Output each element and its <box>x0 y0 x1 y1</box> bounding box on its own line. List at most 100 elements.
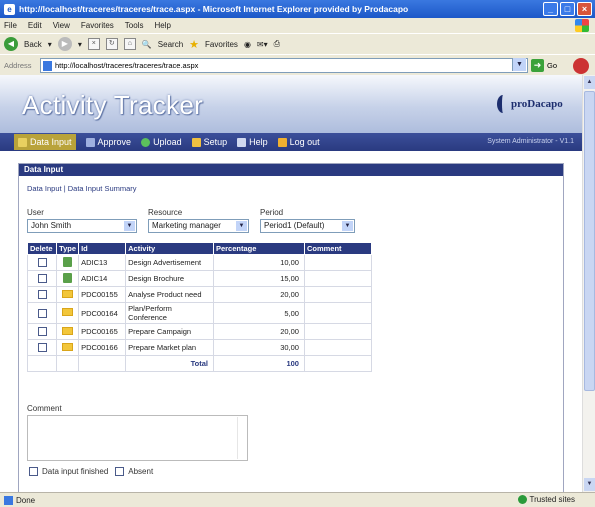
address-label: Address <box>4 60 32 70</box>
setup-icon <box>191 137 201 147</box>
row-percentage[interactable]: 20,00 <box>212 323 305 340</box>
row-id: PDC00164 <box>78 302 127 324</box>
row-percentage[interactable]: 15,00 <box>212 270 305 287</box>
book-icon <box>63 256 73 267</box>
back-arrow-icon[interactable]: ◀ <box>4 37 18 51</box>
col-percentage: Percentage <box>212 242 305 255</box>
window-title: http://localhost/traceres/traceres/trace… <box>19 4 409 14</box>
go-label: Go <box>547 61 558 70</box>
table-row: PDC00166 Prepare Market plan 30,00 <box>26 339 373 356</box>
menu-favorites[interactable]: Favorites <box>81 21 114 30</box>
approve-icon <box>85 137 95 147</box>
row-comment[interactable] <box>303 254 373 271</box>
delete-checkbox[interactable] <box>37 274 47 284</box>
back-dropdown-icon[interactable]: ▾ <box>48 40 52 49</box>
period-select[interactable]: Period1 (Default) ▼ <box>260 219 355 233</box>
panel-title: Data Input <box>19 164 563 176</box>
nav-help-label: Help <box>249 137 268 147</box>
menu-help[interactable]: Help <box>154 21 170 30</box>
row-activity: Design Brochure <box>125 270 214 287</box>
back-button-label[interactable]: Back <box>24 40 42 49</box>
address-input[interactable]: http://localhost/traceres/traceres/trace… <box>40 58 528 73</box>
menu-bar: File Edit View Favorites Tools Help <box>0 18 595 33</box>
scroll-down-icon[interactable]: ▼ <box>584 478 595 491</box>
row-comment[interactable] <box>303 323 373 340</box>
row-activity: Design Advertisement <box>125 254 214 271</box>
delete-checkbox[interactable] <box>37 327 47 337</box>
nav-log-out[interactable]: Log out <box>277 137 320 147</box>
delete-checkbox[interactable] <box>37 290 47 300</box>
nav-approve[interactable]: Approve <box>85 137 131 147</box>
stop-icon[interactable]: × <box>87 38 100 50</box>
link-data-input[interactable]: Data Input <box>27 184 62 193</box>
menu-view[interactable]: View <box>53 21 70 30</box>
forward-arrow-icon[interactable]: ▶ <box>57 37 72 51</box>
pencil-icon <box>18 137 27 147</box>
absent-checkbox[interactable] <box>115 467 125 476</box>
delete-checkbox[interactable] <box>37 343 47 353</box>
home-icon[interactable]: ⌂ <box>123 38 136 50</box>
media-icon[interactable]: ◉ <box>244 40 251 49</box>
comment-textarea[interactable] <box>27 415 248 461</box>
link-data-input-summary[interactable]: Data Input Summary <box>68 184 137 193</box>
row-percentage[interactable]: 30,00 <box>212 339 305 356</box>
menu-edit[interactable]: Edit <box>28 21 42 30</box>
row-percentage[interactable]: 5,00 <box>212 302 305 324</box>
scroll-thumb[interactable] <box>584 91 595 391</box>
table-row: PDC00164 Plan/Perform Conference 5,00 <box>26 302 373 324</box>
row-percentage[interactable]: 20,00 <box>212 286 305 303</box>
nav-log-out-label: Log out <box>289 137 320 147</box>
row-activity: Prepare Campaign <box>125 323 214 340</box>
user-label: User <box>27 208 44 217</box>
folder-icon <box>62 308 74 316</box>
go-arrow-icon: ➜ <box>531 59 544 72</box>
search-icon[interactable]: 🔍 <box>142 40 152 49</box>
nav-data-input[interactable]: Data Input <box>14 134 76 150</box>
address-url: http://localhost/traceres/traceres/trace… <box>55 61 199 70</box>
go-button[interactable]: ➜ Go <box>531 59 557 72</box>
resource-field: Resource Marketing manager ▼ <box>148 208 249 233</box>
row-id: PDC00165 <box>78 323 127 340</box>
row-comment[interactable] <box>303 302 373 324</box>
page-scrollbar[interactable]: ▲ ▼ <box>582 75 595 492</box>
close-button[interactable]: × <box>577 2 592 16</box>
data-input-panel: Data Input Data Input | Data Input Summa… <box>18 163 564 492</box>
row-comment[interactable] <box>303 270 373 287</box>
row-comment[interactable] <box>303 286 373 303</box>
menu-tools[interactable]: Tools <box>125 21 144 30</box>
nav-upload[interactable]: Upload <box>141 137 182 147</box>
search-button-label[interactable]: Search <box>158 40 183 49</box>
user-version-status: System Administrator - V1.1 <box>487 138 574 145</box>
col-comment: Comment <box>303 242 373 255</box>
data-input-finished-label: Data input finished <box>42 467 109 476</box>
delete-checkbox[interactable] <box>37 308 47 318</box>
favorites-star-icon[interactable]: ★ <box>189 38 199 51</box>
window-controls: _ □ × <box>543 2 592 16</box>
upload-icon <box>141 137 151 147</box>
delete-checkbox[interactable] <box>37 258 47 268</box>
data-input-finished-checkbox[interactable] <box>29 467 38 476</box>
row-activity: Analyse Product need <box>125 286 214 303</box>
address-dropdown-icon[interactable]: ▼ <box>512 58 526 71</box>
scroll-up-icon[interactable]: ▲ <box>584 76 595 89</box>
print-icon[interactable]: ⎙ <box>274 39 280 49</box>
table-row: ADIC14 Design Brochure 15,00 <box>26 270 373 287</box>
nav-setup[interactable]: Setup <box>191 137 227 147</box>
row-percentage[interactable]: 10,00 <box>212 254 305 271</box>
page-content: Activity Tracker proDacapo Data Input Ap… <box>0 75 582 492</box>
comment-scrollbar[interactable] <box>237 417 246 459</box>
favorites-button-label[interactable]: Favorites <box>205 40 238 49</box>
user-select[interactable]: John Smith ▼ <box>27 219 137 233</box>
nav-help[interactable]: Help <box>237 137 268 147</box>
table-row: ADIC13 Design Advertisement 10,00 <box>26 254 373 271</box>
forward-dropdown-icon[interactable]: ▾ <box>78 40 82 49</box>
row-id: PDC00155 <box>78 286 127 303</box>
mail-icon[interactable]: ✉▾ <box>257 40 268 49</box>
menu-file[interactable]: File <box>4 21 17 30</box>
resource-select[interactable]: Marketing manager ▼ <box>148 219 249 233</box>
row-comment[interactable] <box>303 339 373 356</box>
minimize-button[interactable]: _ <box>543 2 558 16</box>
refresh-icon[interactable]: ↻ <box>105 38 118 50</box>
period-label: Period <box>260 208 284 217</box>
maximize-button[interactable]: □ <box>560 2 575 16</box>
